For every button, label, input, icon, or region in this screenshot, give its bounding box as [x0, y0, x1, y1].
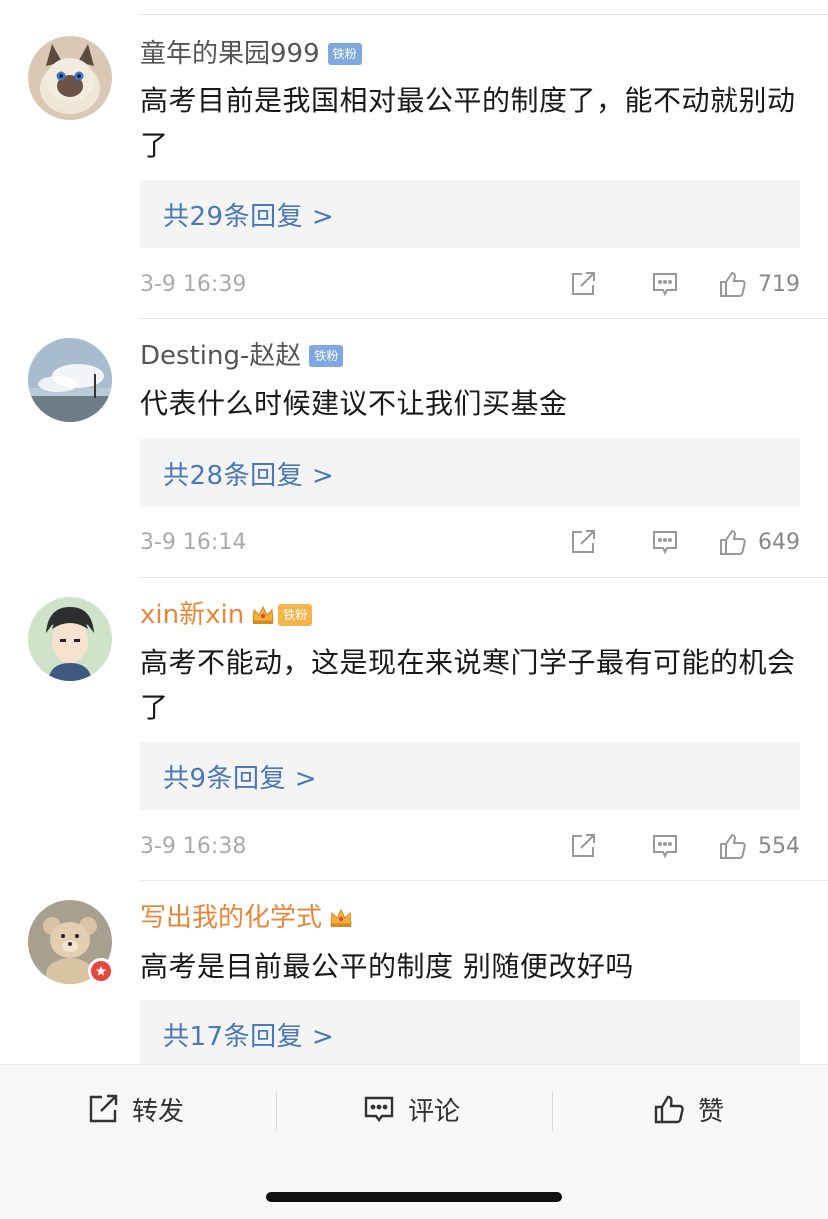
like-count: 719: [758, 271, 800, 297]
comment-icon[interactable]: [650, 269, 680, 299]
avatar[interactable]: [28, 597, 112, 681]
timestamp: 3-9 16:39: [140, 271, 247, 297]
like-count: 649: [758, 529, 800, 555]
username[interactable]: Desting-赵赵: [140, 338, 301, 374]
comment-icon: [362, 1092, 396, 1126]
share-icon[interactable]: [568, 527, 598, 557]
divider: [552, 1091, 553, 1131]
comment-actions: 719: [568, 269, 800, 299]
crown-icon: [250, 603, 276, 627]
share-icon[interactable]: [568, 269, 598, 299]
repost-label: 转发: [132, 1096, 185, 1127]
like-button[interactable]: 554: [718, 831, 800, 861]
thumbs-up-icon: [718, 527, 748, 557]
crown-icon: [328, 906, 354, 930]
comment-text: 高考目前是我国相对最公平的制度了，能不动就别动了: [140, 84, 796, 162]
fan-badge: 铁粉: [278, 604, 313, 626]
divider: [276, 1091, 277, 1131]
like-button[interactable]: 719: [718, 269, 800, 299]
comment-icon[interactable]: [650, 831, 680, 861]
like-button[interactable]: 649: [718, 527, 800, 557]
view-replies-link[interactable]: 共28条回复 >: [163, 455, 334, 492]
thumbs-up-icon: [718, 831, 748, 861]
comment-text: 代表什么时候建议不让我们买基金: [140, 387, 568, 420]
name-row: 写出我的化学式: [140, 900, 354, 936]
name-row: Desting-赵赵 铁粉: [140, 338, 344, 374]
view-replies-link[interactable]: 共29条回复 >: [163, 196, 334, 233]
comment-icon[interactable]: [650, 527, 680, 557]
comment-button[interactable]: 评论: [362, 1091, 460, 1127]
divider: [140, 880, 828, 881]
meta-row: 3-9 16:14 649: [140, 524, 800, 560]
timestamp: 3-9 16:14: [140, 529, 247, 555]
comment-text: 高考是目前最公平的制度 别随便改好吗: [140, 950, 634, 983]
name-row: 童年的果园999 铁粉: [140, 36, 362, 72]
repost-button[interactable]: 转发: [86, 1091, 184, 1127]
avatar[interactable]: [28, 338, 112, 422]
name-row: xin新xin 铁粉: [140, 597, 313, 633]
reply-box[interactable]: 共17条回复 >: [140, 1000, 800, 1068]
reply-box[interactable]: 共28条回复 >: [140, 439, 800, 507]
comment-actions: 554: [568, 831, 800, 861]
like-button[interactable]: 赞: [652, 1091, 724, 1127]
fan-badge: 铁粉: [309, 345, 344, 367]
divider: [140, 577, 828, 578]
comment-label: 评论: [408, 1096, 461, 1127]
username[interactable]: 写出我的化学式: [140, 900, 322, 936]
view-replies-link[interactable]: 共9条回复 >: [163, 758, 317, 795]
divider: [140, 14, 828, 15]
timestamp: 3-9 16:38: [140, 833, 247, 859]
meta-row: 3-9 16:39 719: [140, 266, 800, 302]
vip-icon: [88, 958, 114, 984]
like-label: 赞: [698, 1096, 725, 1127]
reply-box[interactable]: 共9条回复 >: [140, 742, 800, 810]
view-replies-link[interactable]: 共17条回复 >: [163, 1016, 334, 1053]
meta-row: 3-9 16:38 554: [140, 828, 800, 864]
username[interactable]: 童年的果园999: [140, 36, 320, 72]
comment-actions: 649: [568, 527, 800, 557]
comment-text: 高考不能动，这是现在来说寒门学子最有可能的机会了: [140, 646, 796, 724]
divider: [140, 318, 828, 319]
username[interactable]: xin新xin: [140, 597, 244, 633]
thumbs-up-icon: [652, 1092, 686, 1126]
thumbs-up-icon: [718, 269, 748, 299]
reply-box[interactable]: 共29条回复 >: [140, 180, 800, 248]
weibo-comments-page: 童年的果园999 铁粉 高考目前是我国相对最公平的制度了，能不动就别动了 共29…: [0, 0, 828, 1219]
fan-badge: 铁粉: [327, 43, 362, 65]
share-icon[interactable]: [568, 831, 598, 861]
like-count: 554: [758, 833, 800, 859]
vip-fan-badge: 铁粉: [244, 603, 313, 627]
share-icon: [86, 1092, 120, 1126]
home-indicator[interactable]: [266, 1192, 562, 1202]
avatar[interactable]: [28, 36, 112, 120]
